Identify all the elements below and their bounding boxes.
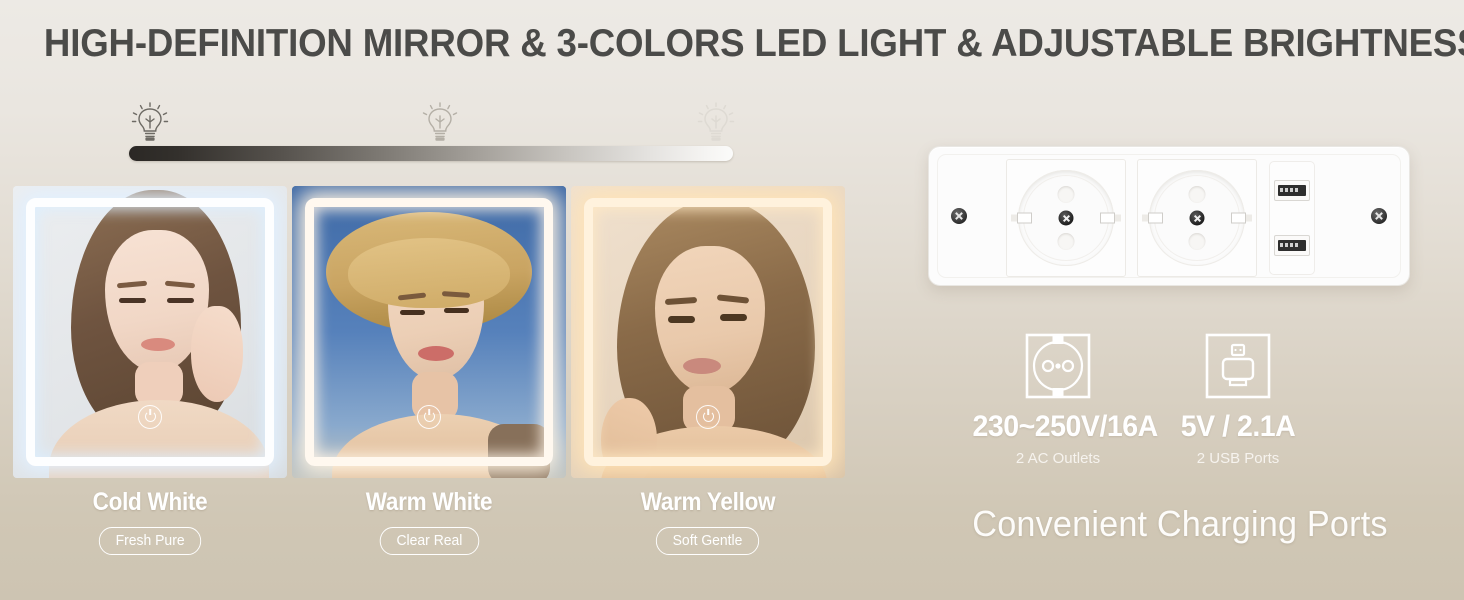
socket-plate [928, 146, 1410, 286]
touch-button-icon[interactable] [417, 404, 441, 429]
charging-section-title: Convenient Charging Ports [972, 503, 1388, 544]
spec-usb: 5V / 2.1A 2 USB Ports [1148, 330, 1328, 475]
bulb-medium-icon [417, 100, 463, 144]
spec-label: 2 USB Ports [1196, 450, 1280, 467]
color-mode-name: Warm Yellow [640, 488, 776, 516]
bulb-dim-icon [127, 100, 173, 144]
color-mode-tag: Soft Gentle [656, 527, 760, 555]
promo-banner: HIGH-DEFINITION MIRROR & 3-COLORS LED LI… [0, 0, 1464, 600]
color-mode-tag: Fresh Pure [98, 527, 202, 555]
spec-value: 230~250V/16A [972, 410, 1159, 443]
touch-button-icon[interactable] [696, 404, 720, 429]
mirror-panel-cold-white[interactable] [13, 186, 287, 478]
spec-value: 5V / 2.1A [1180, 410, 1296, 443]
caption-warm-yellow: Warm Yellow Soft Gentle [571, 488, 845, 578]
usb-plug-icon [1148, 330, 1328, 402]
usb-port-2 [1274, 235, 1310, 256]
color-mode-name: Warm White [365, 488, 493, 516]
screw-left-icon [951, 208, 967, 224]
usb-port-1 [1274, 180, 1310, 201]
usb-port-group [1269, 161, 1315, 275]
mirror-panel-warm-yellow[interactable] [571, 186, 845, 478]
touch-button-icon[interactable] [138, 404, 162, 429]
spec-list: 230~250V/16A 2 AC Outlets 5V / 2.1A 2 US… [968, 330, 1328, 475]
caption-warm-white: Warm White Clear Real [292, 488, 566, 578]
color-mode-gallery [13, 186, 845, 478]
spec-ac: 230~250V/16A 2 AC Outlets [968, 330, 1159, 475]
mirror-panel-warm-white[interactable] [292, 186, 566, 478]
caption-cold-white: Cold White Fresh Pure [13, 488, 287, 578]
color-mode-name: Cold White [92, 488, 208, 516]
brightness-slider[interactable] [127, 100, 735, 162]
color-mode-captions: Cold White Fresh Pure Warm White Clear R… [13, 488, 845, 578]
page-title: HIGH-DEFINITION MIRROR & 3-COLORS LED LI… [43, 22, 1464, 65]
screw-right-icon [1371, 208, 1387, 224]
color-mode-tag: Clear Real [379, 527, 479, 555]
ac-outlet-2 [1137, 159, 1257, 277]
brightness-gradient-bar[interactable] [129, 146, 733, 161]
ac-outlet-1 [1006, 159, 1126, 277]
ac-socket-icon [968, 330, 1148, 402]
spec-label: 2 AC Outlets [1015, 450, 1101, 467]
bulb-bright-icon [693, 100, 739, 144]
